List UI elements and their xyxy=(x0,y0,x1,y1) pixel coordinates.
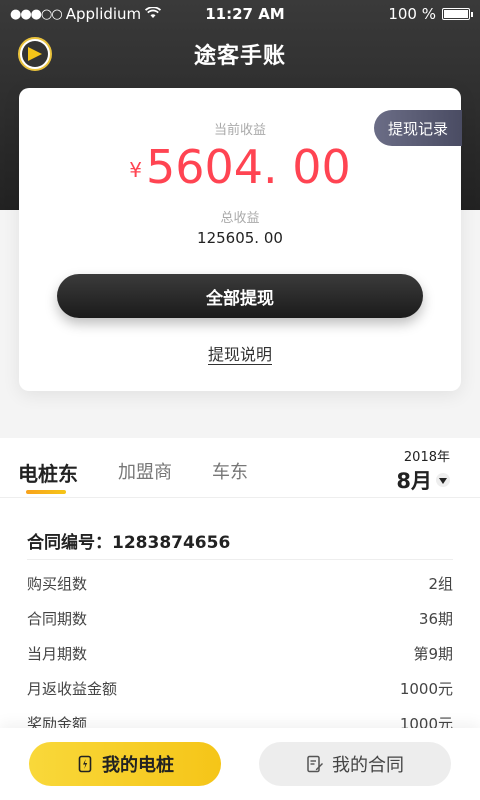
picker-year: 2018年 xyxy=(403,450,450,465)
list-item: 购买组数 2组 xyxy=(27,566,453,601)
my-contract-label: 我的合同 xyxy=(332,755,404,776)
month-picker[interactable]: 2018年 8月 xyxy=(396,446,450,495)
current-earnings-amount: ¥5604. 00 xyxy=(19,140,461,194)
bottom-nav: 我的电桩 我的合同 xyxy=(0,728,480,800)
withdraw-all-button[interactable]: 全部提现 xyxy=(57,274,423,318)
tab-car-owner[interactable]: 车东 xyxy=(212,458,248,484)
list-item: 月返收益金额 1000元 xyxy=(27,671,453,706)
row-value: 2组 xyxy=(428,575,453,593)
battery-percent: 100 % xyxy=(388,5,436,23)
my-contract-button[interactable]: 我的合同 xyxy=(259,742,451,786)
current-amount-value: 5604. 00 xyxy=(145,140,351,194)
currency-symbol: ¥ xyxy=(129,158,142,182)
picker-month: 8月 xyxy=(396,469,432,493)
current-earnings-label: 当前收益 xyxy=(213,123,266,138)
category-tabs: 电桩东 加盟商 车东 2018年 8月 xyxy=(0,438,480,498)
contract-edit-icon xyxy=(306,755,324,773)
contract-details: 购买组数 2组 合同期数 36期 当月期数 第9期 月返收益金额 1000元 奖… xyxy=(27,566,453,741)
row-value: 第9期 xyxy=(413,645,453,663)
withdraw-explanation-link[interactable]: 提现说明 xyxy=(19,341,461,365)
nav-bar: 途客手账 xyxy=(0,34,480,74)
my-pile-label: 我的电桩 xyxy=(102,755,174,776)
tab-pile-owner[interactable]: 电桩东 xyxy=(18,458,78,487)
status-time: 11:27 AM xyxy=(205,5,285,23)
tab-franchisee[interactable]: 加盟商 xyxy=(118,458,172,484)
row-label: 当月期数 xyxy=(27,645,88,663)
contract-number: 合同编号：1283874656 xyxy=(27,533,231,553)
row-label: 购买组数 xyxy=(27,575,88,593)
divider xyxy=(27,559,453,560)
row-value: 36期 xyxy=(418,610,453,628)
signal-strength-icon: ●●●○○ xyxy=(10,6,63,22)
active-tab-indicator xyxy=(26,490,66,494)
page-title: 途客手账 xyxy=(193,44,286,69)
earnings-card: 提现记录 当前收益 ¥5604. 00 总收益 125605. 00 全部提现 … xyxy=(19,88,462,391)
total-earnings-amount: 125605. 00 xyxy=(197,229,283,247)
charging-pile-icon xyxy=(76,755,94,773)
row-value: 1000元 xyxy=(399,680,453,698)
row-label: 合同期数 xyxy=(27,610,88,628)
row-label: 月返收益金额 xyxy=(27,680,118,698)
list-item: 合同期数 36期 xyxy=(27,601,453,636)
list-item: 当月期数 第9期 xyxy=(27,636,453,671)
battery-icon xyxy=(442,8,473,20)
status-bar: ●●●○○ Applidium 11:27 AM 100 % xyxy=(0,0,480,28)
chevron-down-icon xyxy=(436,473,450,487)
app-logo-icon[interactable] xyxy=(18,37,52,71)
total-earnings-label: 总收益 xyxy=(220,211,260,226)
carrier-name: Applidium xyxy=(65,5,142,23)
my-pile-button[interactable]: 我的电桩 xyxy=(29,742,221,786)
